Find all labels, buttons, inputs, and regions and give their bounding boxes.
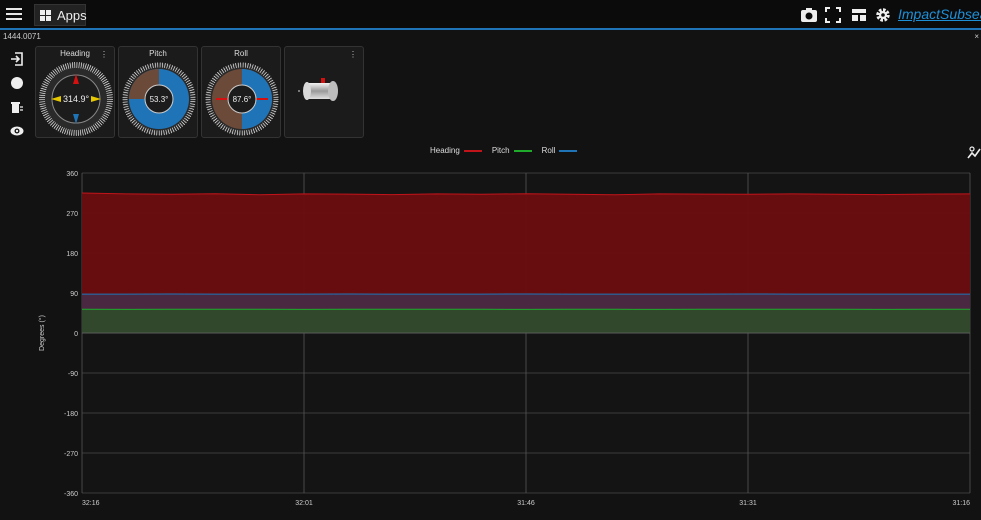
roll-dial: 87.6° [205,62,279,136]
legend-label: Pitch [491,146,510,155]
heading-widget[interactable]: Heading ⋮ 314.9° [35,46,115,138]
pitch-title: Pitch [149,49,167,58]
sensor-model-image [298,78,338,101]
y-tick-label: -180 [64,411,78,418]
y-tick-label: 270 [66,211,78,218]
x-tick-label: 31:46 [517,500,535,507]
roll-title: Roll [234,49,248,58]
gear-icon[interactable] [874,6,892,24]
fullscreen-icon[interactable] [824,6,842,24]
y-tick-label: 0 [74,331,78,338]
compass-dial: 314.9° [39,62,113,136]
pitch-widget[interactable]: Pitch 53.3° [118,46,198,138]
close-device-icon[interactable]: × [974,32,979,41]
heading-value: 314.9° [63,94,90,104]
device-bar: 1444.0071 × [0,32,981,44]
autoscale-icon[interactable] [967,146,981,160]
y-tick-label: -90 [68,371,78,378]
series-area-pitch [82,309,970,333]
device-serial: 1444.0071 [3,32,41,41]
model-widget[interactable]: ⋮ [284,46,364,138]
pitch-dial: 53.3° [122,62,196,136]
legend-label: Heading [430,146,460,155]
chart-legend: Heading Pitch Roll [430,146,578,155]
legend-swatch [463,149,482,152]
x-ticks: 32:16 32:01 31:46 31:31 31:16 [82,500,970,507]
y-axis-label: Degrees (°) [38,315,46,351]
pitch-value: 53.3° [150,95,169,104]
y-tick-label: 180 [66,251,78,258]
x-tick-label: 32:16 [82,500,100,507]
x-tick-label: 31:16 [952,500,970,507]
apps-grid-icon [40,9,51,21]
model-menu-icon[interactable]: ⋮ [349,50,357,59]
y-ticks: 360 270 180 90 0 -90 -180 -270 -360 [64,171,78,498]
legend-item-roll[interactable]: Roll [542,146,578,155]
y-tick-label: 360 [66,171,78,178]
legend-swatch [559,149,578,152]
legend-label: Roll [541,146,556,155]
eye-icon[interactable] [10,124,24,138]
x-tick-label: 32:01 [295,500,313,507]
roll-widget[interactable]: Roll 87.6° [201,46,281,138]
layout-icon[interactable] [850,6,868,24]
legend-swatch [513,149,532,152]
record-icon[interactable] [10,76,24,90]
top-bar: Apps ImpactSubsea [0,0,981,30]
camera-icon[interactable] [800,6,818,24]
y-tick-label: 90 [70,291,78,298]
hamburger-menu-icon[interactable] [6,6,22,22]
orientation-chart[interactable]: 360 270 180 90 0 -90 -180 -270 -360 32:16 32:01 31… [0,160,981,520]
y-tick-label: -270 [64,451,78,458]
legend-item-pitch[interactable]: Pitch [492,146,532,155]
brand-logo[interactable]: ImpactSubsea [898,6,981,22]
apps-button[interactable]: Apps [34,4,87,26]
legend-item-heading[interactable]: Heading [430,146,482,155]
delete-icon[interactable] [10,100,24,114]
apps-label: Apps [57,7,87,23]
series-areas [81,192,971,334]
heading-menu-icon[interactable]: ⋮ [100,50,108,59]
y-tick-label: -360 [64,491,78,498]
login-icon[interactable] [10,52,24,66]
roll-value: 87.6° [233,95,252,104]
x-tick-label: 31:31 [739,500,757,507]
